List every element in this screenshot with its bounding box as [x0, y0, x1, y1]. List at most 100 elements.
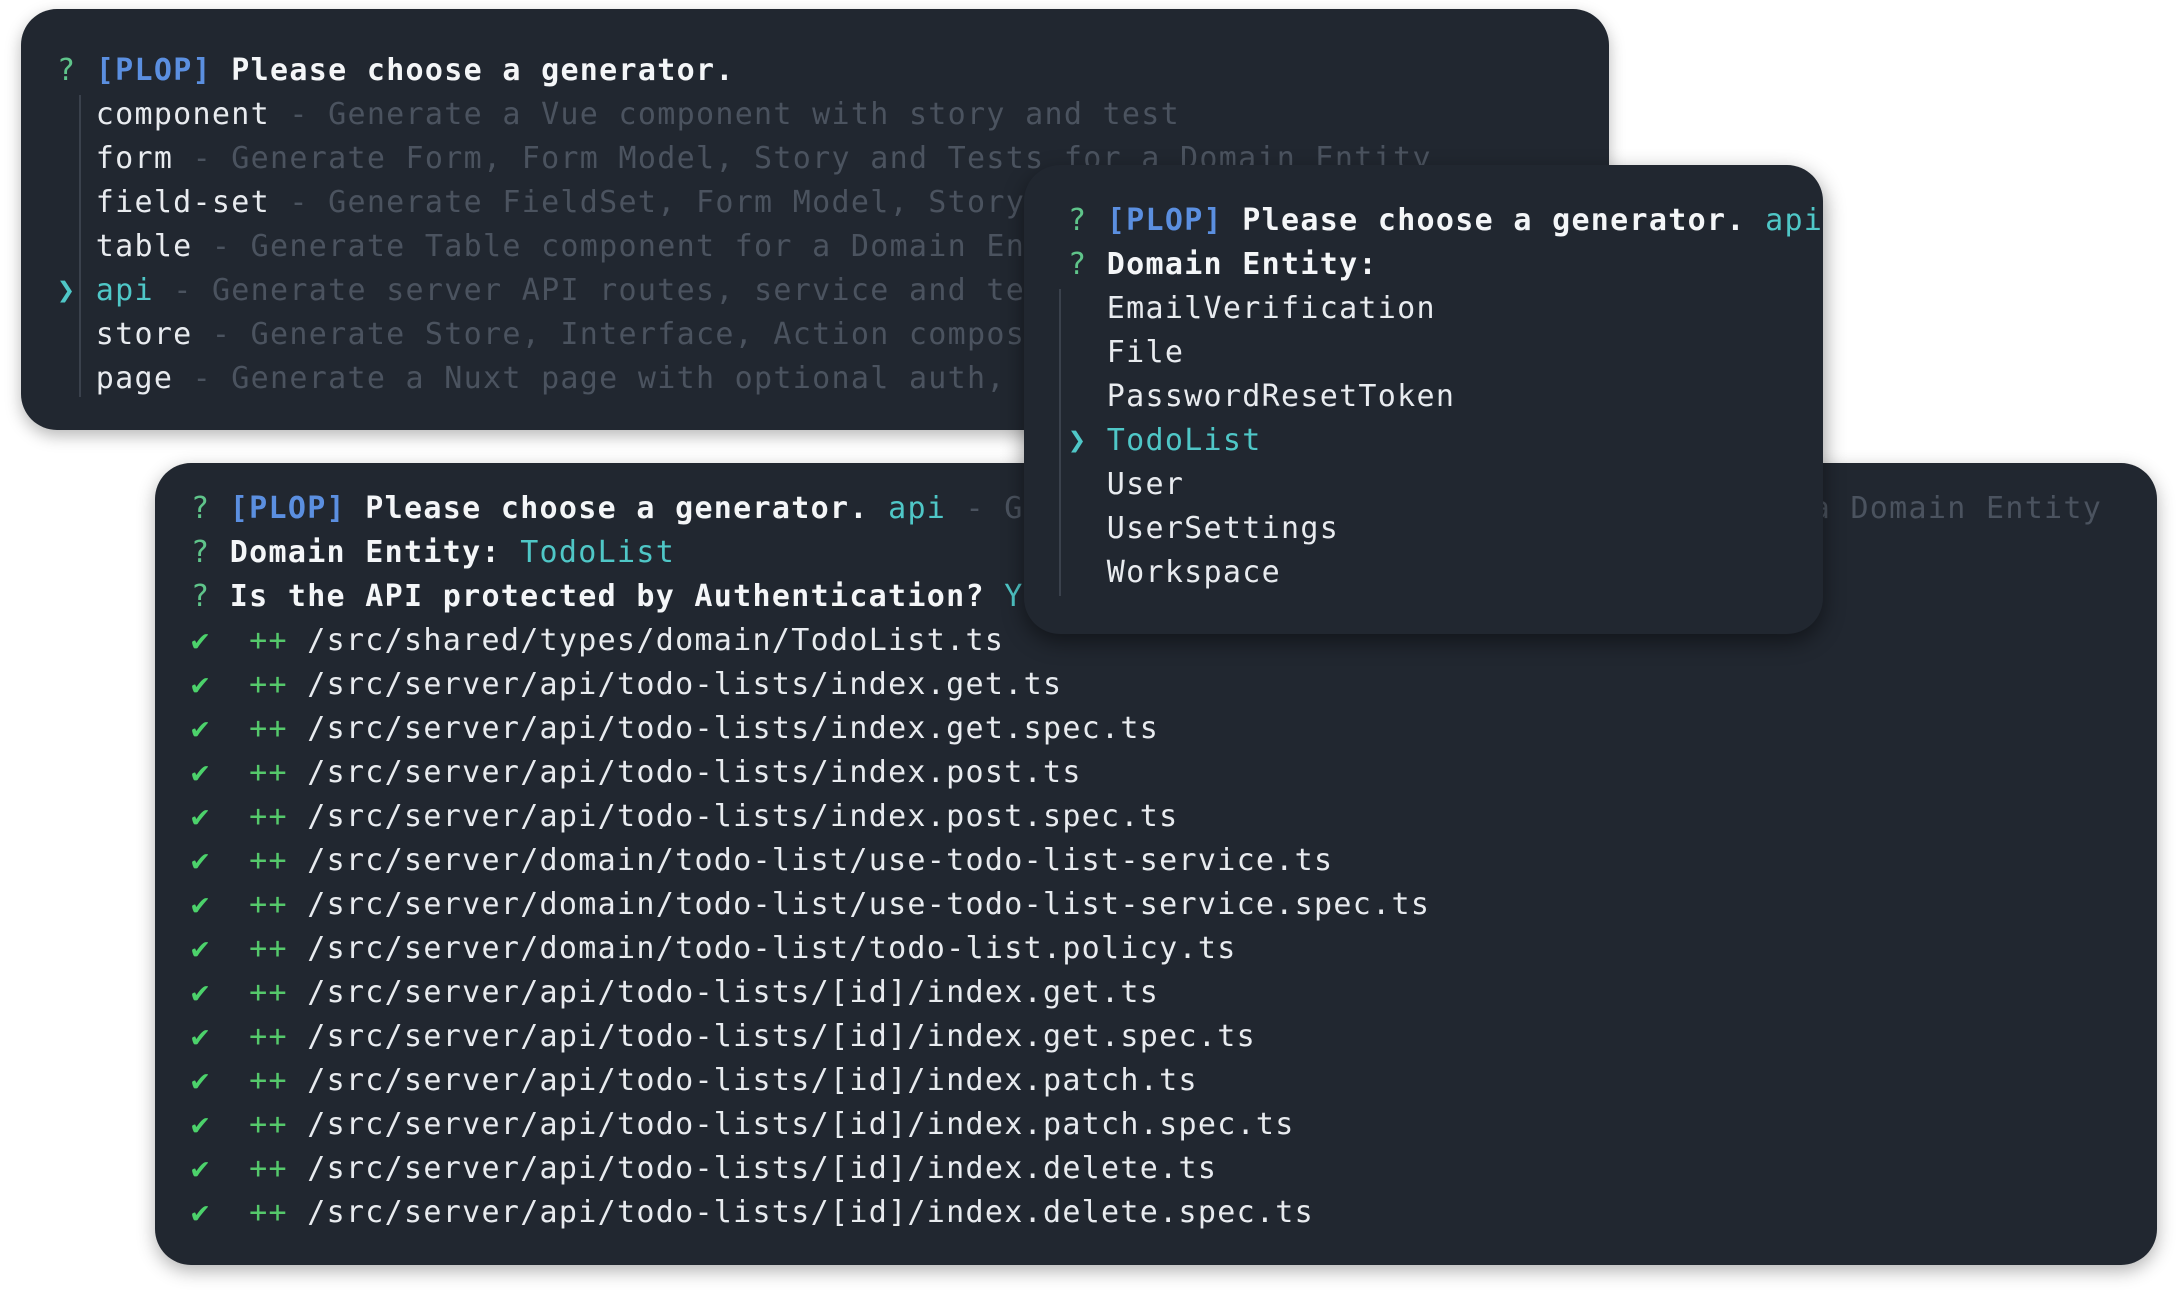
prompt-question: Please choose a generator. [1242, 203, 1746, 238]
file-path: /src/server/domain/todo-list/use-todo-li… [307, 843, 1334, 878]
generator-desc: - Generate a Vue component with story an… [289, 97, 1181, 132]
check-icon: ✔ [191, 1195, 211, 1230]
added-marker: ++ [249, 755, 288, 790]
generator-option-store[interactable]: store - Generate Store, Interface, Actio… [57, 313, 1122, 357]
created-file-row: ✔ ++ /src/server/api/todo-lists/[id]/ind… [191, 1103, 1295, 1147]
entity-answer: TodoList [520, 535, 676, 570]
generator-name: page [95, 361, 174, 396]
added-marker: ++ [249, 931, 288, 966]
added-marker: ++ [249, 1063, 288, 1098]
terminal-panel-entity-picker: ? [PLOP] Please choose a generator. api … [1024, 165, 1823, 634]
check-icon: ✔ [191, 799, 211, 834]
file-path: /src/server/api/todo-lists/index.post.ts [307, 755, 1082, 790]
check-icon: ✔ [191, 887, 211, 922]
selection-pointer-icon: ❯ [57, 273, 77, 308]
added-marker: ++ [249, 623, 288, 658]
entity-option-passwordresettoken[interactable]: PasswordResetToken [1068, 375, 1455, 419]
check-icon: ✔ [191, 1151, 211, 1186]
entity-name: UserSettings [1106, 511, 1340, 546]
added-marker: ++ [249, 887, 288, 922]
created-file-row: ✔ ++ /src/server/api/todo-lists/index.po… [191, 795, 1179, 839]
created-file-row: ✔ ++ /src/server/api/todo-lists/[id]/ind… [191, 1147, 1217, 1191]
entity-option-workspace[interactable]: Workspace [1068, 551, 1281, 595]
generator-option-api[interactable]: ❯ api - Generate server API routes, serv… [57, 269, 1083, 313]
check-icon: ✔ [191, 843, 211, 878]
generator-name: api [95, 273, 154, 308]
file-path: /src/server/api/todo-lists/[id]/index.de… [307, 1195, 1315, 1230]
entity-option-emailverification[interactable]: EmailVerification [1068, 287, 1436, 331]
entity-name: User [1106, 467, 1185, 502]
check-icon: ✔ [191, 1063, 211, 1098]
added-marker: ++ [249, 711, 288, 746]
check-icon: ✔ [191, 1019, 211, 1054]
prompt-answer: api [888, 491, 947, 526]
plop-tag: [PLOP] [1106, 203, 1223, 238]
auth-question: Is the API protected by Authentication? [229, 579, 985, 614]
generator-name: form [95, 141, 174, 176]
created-file-row: ✔ ++ /src/server/domain/todo-list/use-to… [191, 839, 1333, 883]
created-file-row: ✔ ++ /src/server/domain/todo-list/use-to… [191, 883, 1430, 927]
entity-question: Domain Entity: [229, 535, 501, 570]
file-path: /src/server/api/todo-lists/index.get.ts [307, 667, 1063, 702]
check-icon: ✔ [191, 1107, 211, 1142]
added-marker: ++ [249, 667, 288, 702]
added-marker: ++ [249, 1019, 288, 1054]
prompt-question: Please choose a generator. [365, 491, 869, 526]
generator-option-table[interactable]: table - Generate Table component for a D… [57, 225, 1103, 269]
prompt-line-generator: ? [PLOP] Please choose a generator. api … [191, 487, 1082, 531]
created-file-row: ✔ ++ /src/server/api/todo-lists/index.ge… [191, 663, 1062, 707]
entity-name: PasswordResetToken [1106, 379, 1456, 414]
created-file-row: ✔ ++ /src/server/api/todo-lists/[id]/ind… [191, 1015, 1256, 1059]
prompt-mark: ? [191, 535, 211, 570]
prompt-mark: ? [57, 53, 77, 88]
prompt-mark: ? [191, 579, 211, 614]
added-marker: ++ [249, 843, 288, 878]
prompt-mark: ? [1068, 247, 1088, 282]
selection-pointer-icon: ❯ [1068, 423, 1088, 458]
file-path: /src/server/api/todo-lists/[id]/index.pa… [307, 1063, 1198, 1098]
prompt-answer: api [1765, 203, 1823, 238]
created-file-row: ✔ ++ /src/server/api/todo-lists/[id]/ind… [191, 971, 1159, 1015]
generator-name: field-set [95, 185, 270, 220]
plop-tag: [PLOP] [95, 53, 212, 88]
prompt-line-entity: ? Domain Entity: TodoList [191, 531, 675, 575]
generator-desc: - Generate a Nuxt page with optional aut… [192, 361, 1142, 396]
added-marker: ++ [249, 799, 288, 834]
entity-name: EmailVerification [1106, 291, 1436, 326]
entity-name: File [1106, 335, 1185, 370]
entity-option-todolist[interactable]: ❯ TodoList [1068, 419, 1262, 463]
added-marker: ++ [249, 1195, 288, 1230]
file-path: /src/server/api/todo-lists/[id]/index.de… [307, 1151, 1218, 1186]
created-file-row: ✔ ++ /src/server/api/todo-lists/[id]/ind… [191, 1059, 1198, 1103]
entity-option-user[interactable]: User [1068, 463, 1184, 507]
created-file-row: ✔ ++ /src/server/api/todo-lists/[id]/ind… [191, 1191, 1314, 1235]
generator-name: component [95, 97, 270, 132]
prompt-question: Please choose a generator. [231, 53, 735, 88]
file-path: /src/server/api/todo-lists/[id]/index.pa… [307, 1107, 1295, 1142]
plop-tag: [PLOP] [229, 491, 346, 526]
prompt-line: ? [PLOP] Please choose a generator. [57, 49, 735, 93]
prompt-line-auth: ? Is the API protected by Authentication… [191, 575, 1062, 619]
entity-option-usersettings[interactable]: UserSettings [1068, 507, 1339, 551]
generator-name: table [95, 229, 193, 264]
generator-name: store [95, 317, 193, 352]
generator-desc: - Generate server API routes, service an… [173, 273, 1084, 308]
generator-desc: - Generate Store, Interface, Action comp… [211, 317, 1122, 352]
entity-option-file[interactable]: File [1068, 331, 1184, 375]
check-icon: ✔ [191, 711, 211, 746]
file-path: /src/shared/types/domain/TodoList.ts [307, 623, 1005, 658]
generator-option-page[interactable]: page - Generate a Nuxt page with optiona… [57, 357, 1141, 401]
file-path: /src/server/api/todo-lists/index.get.spe… [307, 711, 1160, 746]
entity-name: Workspace [1106, 555, 1281, 590]
check-icon: ✔ [191, 667, 211, 702]
added-marker: ++ [249, 1107, 288, 1142]
check-icon: ✔ [191, 623, 211, 658]
added-marker: ++ [249, 975, 288, 1010]
entity-question: Domain Entity: [1106, 247, 1378, 282]
prompt-line-generator: ? [PLOP] Please choose a generator. api [1068, 199, 1823, 243]
gutter-line [1059, 289, 1061, 596]
prompt-line-entity: ? Domain Entity: [1068, 243, 1378, 287]
generator-option-component[interactable]: component - Generate a Vue component wit… [57, 93, 1180, 137]
generator-desc: - Generate Table component for a Domain … [211, 229, 1103, 264]
check-icon: ✔ [191, 931, 211, 966]
